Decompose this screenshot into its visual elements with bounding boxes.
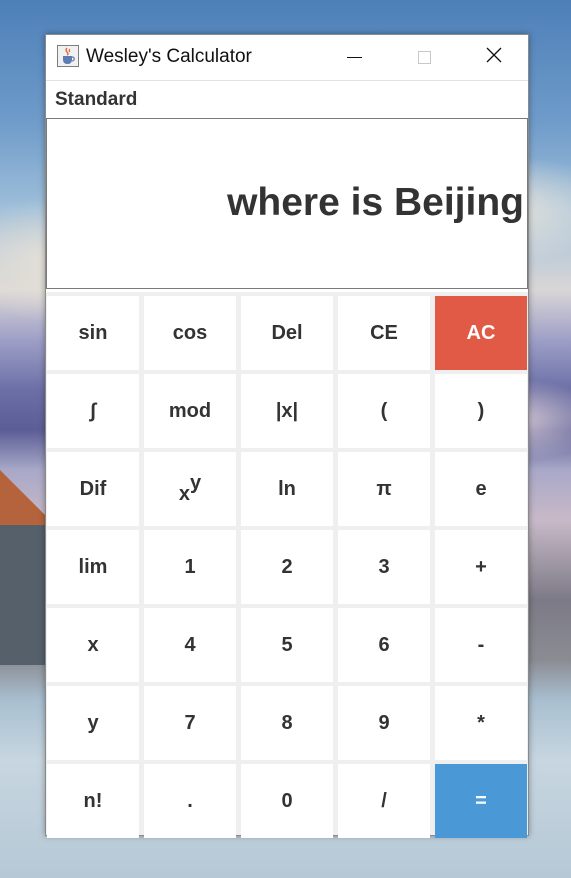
minimize-icon — [346, 57, 362, 58]
key-label: + — [475, 555, 487, 578]
key-label: ( — [380, 399, 388, 422]
cos-button[interactable]: cos — [144, 296, 236, 370]
key-label: 0 — [281, 789, 293, 812]
key-label: x — [87, 633, 99, 656]
key-label: 7 — [184, 711, 196, 734]
pi-button[interactable]: π — [338, 452, 430, 526]
calculator-window: Wesley's Calculator Standard where is Be… — [45, 34, 529, 838]
key-label: - — [477, 633, 485, 656]
key-label: . — [187, 789, 193, 812]
open-paren-button[interactable]: ( — [338, 374, 430, 448]
maximize-icon — [417, 51, 431, 64]
digit-7-button[interactable]: 7 — [144, 686, 236, 760]
house-wall — [0, 525, 46, 665]
close-button[interactable] — [459, 35, 529, 80]
digit-2-button[interactable]: 2 — [241, 530, 333, 604]
mod-button[interactable]: mod — [144, 374, 236, 448]
key-label: Del — [271, 321, 303, 344]
limit-button[interactable]: lim — [47, 530, 139, 604]
digit-5-button[interactable]: 5 — [241, 608, 333, 682]
key-label: = — [475, 789, 487, 812]
key-label: ln — [278, 477, 296, 500]
factorial-button[interactable]: n! — [47, 764, 139, 838]
sin-button[interactable]: sin — [47, 296, 139, 370]
key-label: 2 — [281, 555, 293, 578]
menu-bar: Standard — [46, 80, 528, 119]
key-label: |x| — [275, 399, 299, 422]
variable-x-button[interactable]: x — [47, 608, 139, 682]
ln-button[interactable]: ln — [241, 452, 333, 526]
key-label: e — [475, 477, 487, 500]
window-title: Wesley's Calculator — [86, 46, 252, 67]
key-label: mod — [168, 399, 212, 422]
key-label: π — [376, 477, 392, 500]
all-clear-button[interactable]: AC — [435, 296, 527, 370]
key-label: y — [87, 711, 99, 734]
digit-4-button[interactable]: 4 — [144, 608, 236, 682]
digit-1-button[interactable]: 1 — [144, 530, 236, 604]
e-button[interactable]: e — [435, 452, 527, 526]
key-label: 8 — [281, 711, 293, 734]
display-text: where is Beijing — [227, 181, 524, 224]
differentiate-button[interactable]: Dif — [47, 452, 139, 526]
minimize-button[interactable] — [319, 35, 389, 80]
integral-button[interactable]: ∫ — [47, 374, 139, 448]
key-label: ∫ — [90, 399, 96, 422]
digit-0-button[interactable]: 0 — [241, 764, 333, 838]
key-label: Dif — [79, 477, 107, 500]
menu-standard[interactable]: Standard — [55, 89, 137, 111]
abs-button[interactable]: |x| — [241, 374, 333, 448]
key-label: / — [381, 789, 387, 812]
delete-button[interactable]: Del — [241, 296, 333, 370]
digit-8-button[interactable]: 8 — [241, 686, 333, 760]
digit-9-button[interactable]: 9 — [338, 686, 430, 760]
minus-button[interactable]: - — [435, 608, 527, 682]
clear-entry-button[interactable]: CE — [338, 296, 430, 370]
digit-3-button[interactable]: 3 — [338, 530, 430, 604]
power-exponent-label: y — [190, 471, 202, 494]
key-label: 9 — [378, 711, 390, 734]
key-label: lim — [78, 555, 108, 578]
key-label: * — [477, 711, 485, 734]
decimal-button[interactable]: . — [144, 764, 236, 838]
key-label: sin — [78, 321, 108, 344]
close-paren-button[interactable]: ) — [435, 374, 527, 448]
title-bar[interactable]: Wesley's Calculator — [46, 35, 528, 80]
plus-button[interactable]: + — [435, 530, 527, 604]
key-label: cos — [172, 321, 208, 344]
key-label: 1 — [184, 555, 196, 578]
key-label: CE — [370, 321, 398, 344]
multiply-button[interactable]: * — [435, 686, 527, 760]
key-label: AC — [466, 321, 496, 344]
key-label: 4 — [184, 633, 196, 656]
java-cup-icon — [57, 45, 79, 67]
key-label: 5 — [281, 633, 293, 656]
key-label: 3 — [378, 555, 390, 578]
close-icon — [486, 47, 502, 68]
maximize-button[interactable] — [389, 35, 459, 80]
key-label: 6 — [378, 633, 390, 656]
calculator-display: where is Beijing — [46, 118, 528, 289]
equals-button[interactable]: = — [435, 764, 527, 838]
divide-button[interactable]: / — [338, 764, 430, 838]
variable-y-button[interactable]: y — [47, 686, 139, 760]
digit-6-button[interactable]: 6 — [338, 608, 430, 682]
keypad: sin cos Del CE AC ∫ mod |x|() Dif x y ln π e lim 1 2 3 + x 4… — [46, 292, 528, 838]
power-base-label: x — [178, 482, 190, 505]
power-button[interactable]: xy — [144, 452, 236, 526]
key-label: n! — [83, 789, 103, 812]
key-label: ) — [477, 399, 485, 422]
